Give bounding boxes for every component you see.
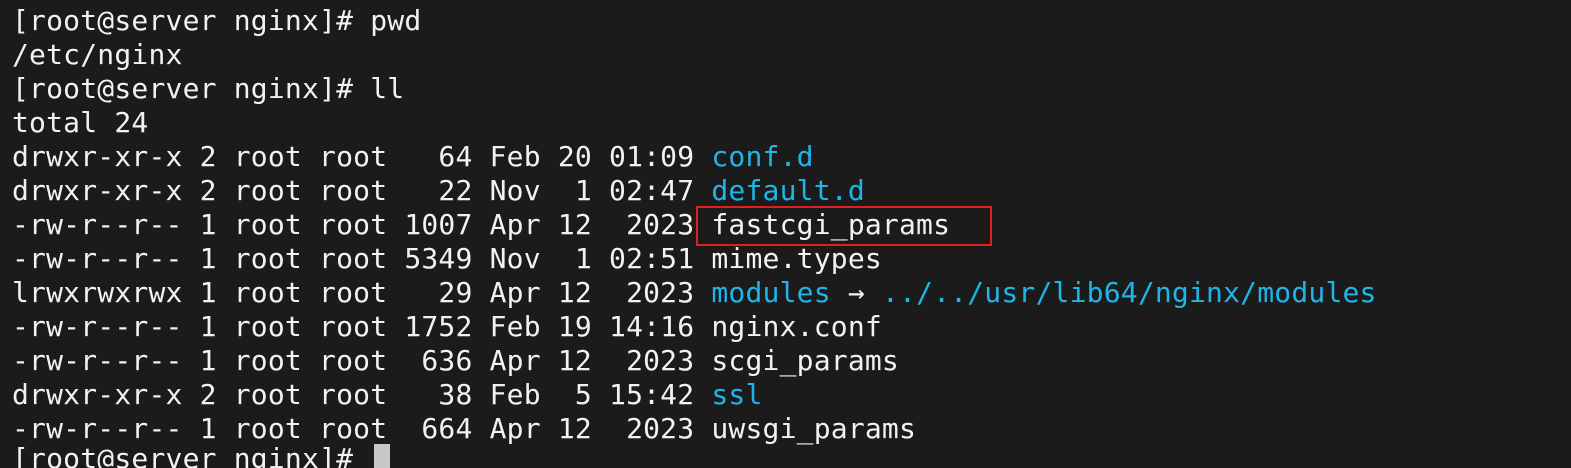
symlink-arrow: → — [830, 276, 882, 309]
file-name: fastcgi_params — [711, 208, 951, 241]
listing-row: -rw-r--r-- 1 root root 1752 Feb 19 14:16… — [12, 310, 882, 344]
row-meta: -rw-r--r-- 1 root root 1007 Apr 12 2023 — [12, 208, 712, 241]
listing-row: -rw-r--r-- 1 root root 1007 Apr 12 2023 … — [12, 208, 950, 242]
file-name: scgi_params — [711, 344, 899, 377]
row-meta: -rw-r--r-- 1 root root 664 Apr 12 2023 — [12, 412, 712, 445]
listing-row: drwxr-xr-x 2 root root 38 Feb 5 15:42 ss… — [12, 378, 763, 412]
listing-row: lrwxrwxrwx 1 root root 29 Apr 12 2023 mo… — [12, 276, 1377, 310]
listing-row: drwxr-xr-x 2 root root 22 Nov 1 02:47 de… — [12, 174, 865, 208]
row-meta: -rw-r--r-- 1 root root 636 Apr 12 2023 — [12, 344, 712, 377]
cursor — [374, 444, 391, 468]
prompt-text: [root@server nginx]# — [12, 72, 371, 105]
listing-row: -rw-r--r-- 1 root root 5349 Nov 1 02:51 … — [12, 242, 882, 276]
listing-row: -rw-r--r-- 1 root root 664 Apr 12 2023 u… — [12, 412, 916, 446]
terminal-window[interactable]: [root@server nginx]# pwd /etc/nginx [roo… — [0, 0, 1571, 468]
file-name: mime.types — [711, 242, 882, 275]
listing-row: -rw-r--r-- 1 root root 636 Apr 12 2023 s… — [12, 344, 899, 378]
row-meta: drwxr-xr-x 2 root root 22 Nov 1 02:47 — [12, 174, 712, 207]
prompt-text: [root@server nginx]# — [12, 442, 371, 468]
row-meta: drwxr-xr-x 2 root root 38 Feb 5 15:42 — [12, 378, 712, 411]
symlink-target: ../../usr/lib64/nginx/modules — [881, 276, 1377, 309]
row-meta: lrwxrwxrwx 1 root root 29 Apr 12 2023 — [12, 276, 712, 309]
prompt-line-pwd: [root@server nginx]# pwd — [12, 4, 421, 38]
row-meta: drwxr-xr-x 2 root root 64 Feb 20 01:09 — [12, 140, 712, 173]
directory-name: ssl — [711, 378, 763, 411]
command-text: ll — [370, 72, 405, 105]
prompt-line-current[interactable]: [root@server nginx]# — [12, 442, 391, 468]
file-name: uwsgi_params — [711, 412, 917, 445]
symlink-name: modules — [711, 276, 831, 309]
row-meta: -rw-r--r-- 1 root root 1752 Feb 19 14:16 — [12, 310, 712, 343]
directory-name: default.d — [711, 174, 865, 207]
pwd-output: /etc/nginx — [12, 38, 183, 71]
command-text: pwd — [370, 4, 422, 37]
total-line: total 24 — [12, 106, 149, 139]
directory-name: conf.d — [711, 140, 814, 173]
file-name: nginx.conf — [711, 310, 882, 343]
prompt-text: [root@server nginx]# — [12, 4, 371, 37]
row-meta: -rw-r--r-- 1 root root 5349 Nov 1 02:51 — [12, 242, 712, 275]
listing-row: drwxr-xr-x 2 root root 64 Feb 20 01:09 c… — [12, 140, 814, 174]
prompt-line-ll: [root@server nginx]# ll — [12, 72, 404, 106]
